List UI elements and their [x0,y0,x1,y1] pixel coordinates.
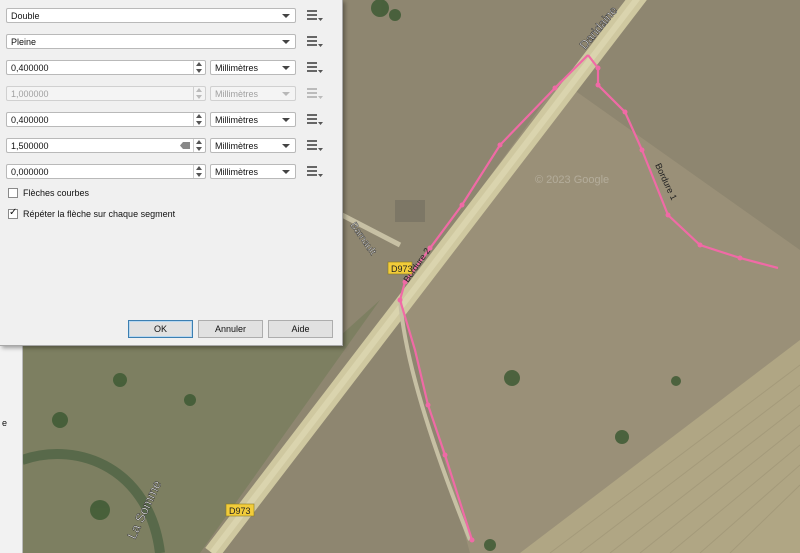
spin-arrows[interactable] [193,139,205,152]
head-type-combo[interactable]: Pleine [6,34,296,49]
head-type-row: Pleine [6,34,336,51]
curved-arrows-checkbox[interactable]: Flèches courbes [8,188,89,198]
data-defined-override-icon[interactable] [304,8,324,23]
offset-spinbox[interactable]: 0,000000 [6,164,206,179]
offset-unit-combo[interactable]: Millimètres [210,164,296,179]
line-style-combo[interactable]: Double [6,8,296,23]
unit-value: Millimètres [215,62,259,73]
chevron-down-icon [282,66,290,70]
symbol-properties-dialog: Double Pleine 0,400000 Millimètres 1,000… [0,0,343,346]
head-thickness-row: 1,500000 Millimètres [6,138,336,155]
unit-value: Millimètres [215,166,259,177]
repeat-arrow-checkbox[interactable]: ✓ Répéter la flèche sur chaque segment [8,207,176,219]
unit-value: Millimètres [215,88,259,99]
unit-value: Millimètres [215,140,259,151]
line-style-value: Double [11,10,40,21]
checkbox-box[interactable]: ✓ [8,207,18,219]
data-defined-override-icon[interactable] [304,34,324,49]
arrow-start-width-unit-combo[interactable]: Millimètres [210,86,296,101]
left-panel-text: e [2,418,8,428]
head-length-row: 0,400000 Millimètres [6,112,336,129]
head-thickness-unit-combo[interactable]: Millimètres [210,138,296,153]
chevron-down-icon [282,14,290,18]
buildings [395,200,425,222]
ok-button[interactable]: OK [128,320,193,338]
curved-arrows-label: Flèches courbes [23,188,90,198]
offset-row: 0,000000 Millimètres [6,164,336,181]
head-thickness-spinbox[interactable]: 1,500000 [6,138,206,153]
arrow-width-row: 0,400000 Millimètres [6,60,336,77]
cancel-button[interactable]: Annuler [198,320,263,338]
chevron-down-icon [282,40,290,44]
head-length-unit-combo[interactable]: Millimètres [210,112,296,127]
data-defined-override-icon[interactable] [304,164,324,179]
head-length-spinbox[interactable]: 0,400000 [6,112,206,127]
checkbox-box[interactable] [8,188,18,198]
arrow-width-spinbox[interactable]: 0,400000 [6,60,206,75]
arrow-start-width-spinbox[interactable]: 1,000000 [6,86,206,101]
road-shield-bottom-label: D973 [229,506,251,516]
map-watermark: © 2023 Google [535,174,609,186]
unit-value: Millimètres [215,114,259,125]
road-shield-top-label: D973 [391,264,413,274]
arrow-start-width-row: 1,000000 Millimètres [6,86,336,103]
chevron-down-icon [282,92,290,96]
head-type-value: Pleine [11,36,37,47]
offset-value: 0,000000 [11,166,49,177]
line-style-row: Double [6,8,336,25]
clear-icon[interactable] [180,142,190,149]
spin-arrows[interactable] [193,61,205,74]
chevron-down-icon [282,144,290,148]
left-panel-strip: e [0,346,23,553]
head-length-value: 0,400000 [11,114,49,125]
checkmark-icon: ✓ [9,207,18,218]
spin-arrows[interactable] [193,87,205,100]
chevron-down-icon [282,118,290,122]
data-defined-override-icon[interactable] [304,86,324,101]
data-defined-override-icon[interactable] [304,60,324,75]
arrow-start-width-value: 1,000000 [11,88,49,99]
head-thickness-value: 1,500000 [11,140,49,151]
spin-arrows[interactable] [193,113,205,126]
data-defined-override-icon[interactable] [304,138,324,153]
arrow-width-unit-combo[interactable]: Millimètres [210,60,296,75]
repeat-arrow-label: Répéter la flèche sur chaque segment [23,209,176,219]
arrow-width-value: 0,400000 [11,62,49,73]
spin-arrows[interactable] [193,165,205,178]
data-defined-override-icon[interactable] [304,112,324,127]
chevron-down-icon [282,170,290,174]
help-button[interactable]: Aide [268,320,333,338]
